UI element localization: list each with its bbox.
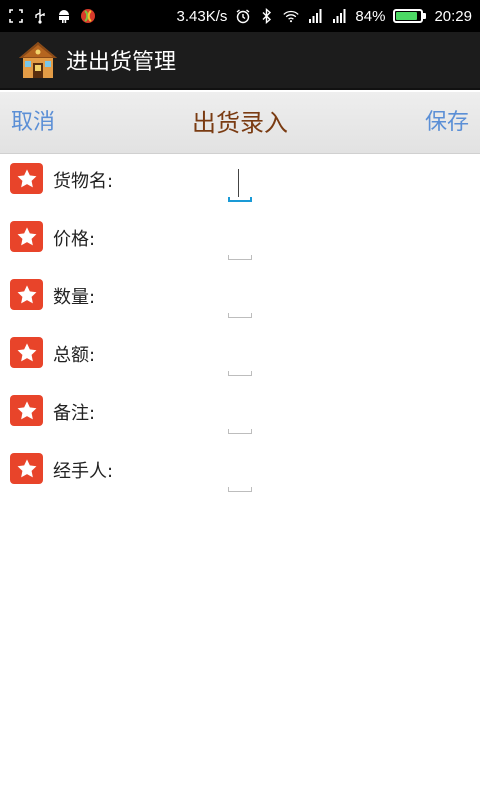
quantity-label: 数量: — [53, 287, 96, 308]
network-speed: 3.43K/s — [176, 7, 228, 25]
wifi-icon — [283, 8, 300, 24]
app-notification-icon — [80, 8, 96, 24]
sub-header: 取消 出货录入 保存 — [0, 92, 480, 154]
star-icon — [10, 221, 43, 252]
house-logo-icon — [16, 40, 60, 80]
save-button[interactable]: 保存 — [425, 92, 469, 154]
goods-name-underline — [228, 197, 252, 202]
total-label: 总额: — [53, 345, 96, 366]
handler-input[interactable] — [227, 452, 253, 492]
alarm-icon — [235, 8, 251, 24]
usb-icon — [32, 8, 48, 24]
page-title: 出货录入 — [192, 109, 288, 137]
battery-tip — [423, 13, 427, 19]
quantity-input[interactable] — [227, 278, 253, 318]
form-row-total: 总额: — [0, 328, 480, 386]
cancel-button[interactable]: 取消 — [11, 92, 55, 154]
price-underline — [228, 255, 252, 260]
form-row-quantity: 数量: — [0, 270, 480, 328]
handler-underline — [228, 487, 252, 492]
remarks-input[interactable] — [227, 394, 253, 434]
battery-fill — [396, 12, 417, 20]
battery-icon — [393, 9, 427, 23]
price-label: 价格: — [53, 229, 96, 250]
total-input[interactable] — [227, 336, 253, 376]
star-icon — [10, 279, 43, 310]
handler-label: 经手人: — [53, 461, 114, 482]
signal-icon-2 — [331, 8, 347, 24]
form-row-price: 价格: — [0, 212, 480, 270]
bluetooth-icon — [259, 8, 275, 24]
star-icon — [10, 337, 43, 368]
form-row-remarks: 备注: — [0, 386, 480, 444]
price-input[interactable] — [227, 220, 253, 260]
goods-name-label: 货物名: — [53, 171, 114, 192]
action-bar: 进出货管理 — [0, 32, 480, 90]
remarks-underline — [228, 429, 252, 434]
text-cursor — [238, 169, 239, 197]
total-underline — [228, 371, 252, 376]
status-bar-left — [8, 8, 96, 24]
form-row-handler: 经手人: — [0, 444, 480, 502]
status-bar: 3.43K/s 84% 20:29 — [0, 0, 480, 32]
entry-form: 货物名: 价格: 数量: 总额: 备注: 经手人: — [0, 154, 480, 502]
clock: 20:29 — [434, 7, 472, 25]
signal-icon — [307, 8, 323, 24]
form-row-goods-name: 货物名: — [0, 154, 480, 212]
android-debug-icon — [56, 8, 72, 24]
battery-percent: 84% — [355, 7, 386, 25]
remarks-label: 备注: — [53, 403, 96, 424]
status-bar-right: 3.43K/s 84% 20:29 — [177, 8, 472, 25]
quantity-underline — [228, 313, 252, 318]
star-icon — [10, 453, 43, 484]
battery-body — [393, 9, 424, 23]
app-title: 进出货管理 — [66, 50, 177, 75]
screenshot-icon — [8, 8, 24, 24]
star-icon — [10, 395, 43, 426]
star-icon — [10, 163, 43, 194]
goods-name-input[interactable] — [227, 162, 253, 202]
